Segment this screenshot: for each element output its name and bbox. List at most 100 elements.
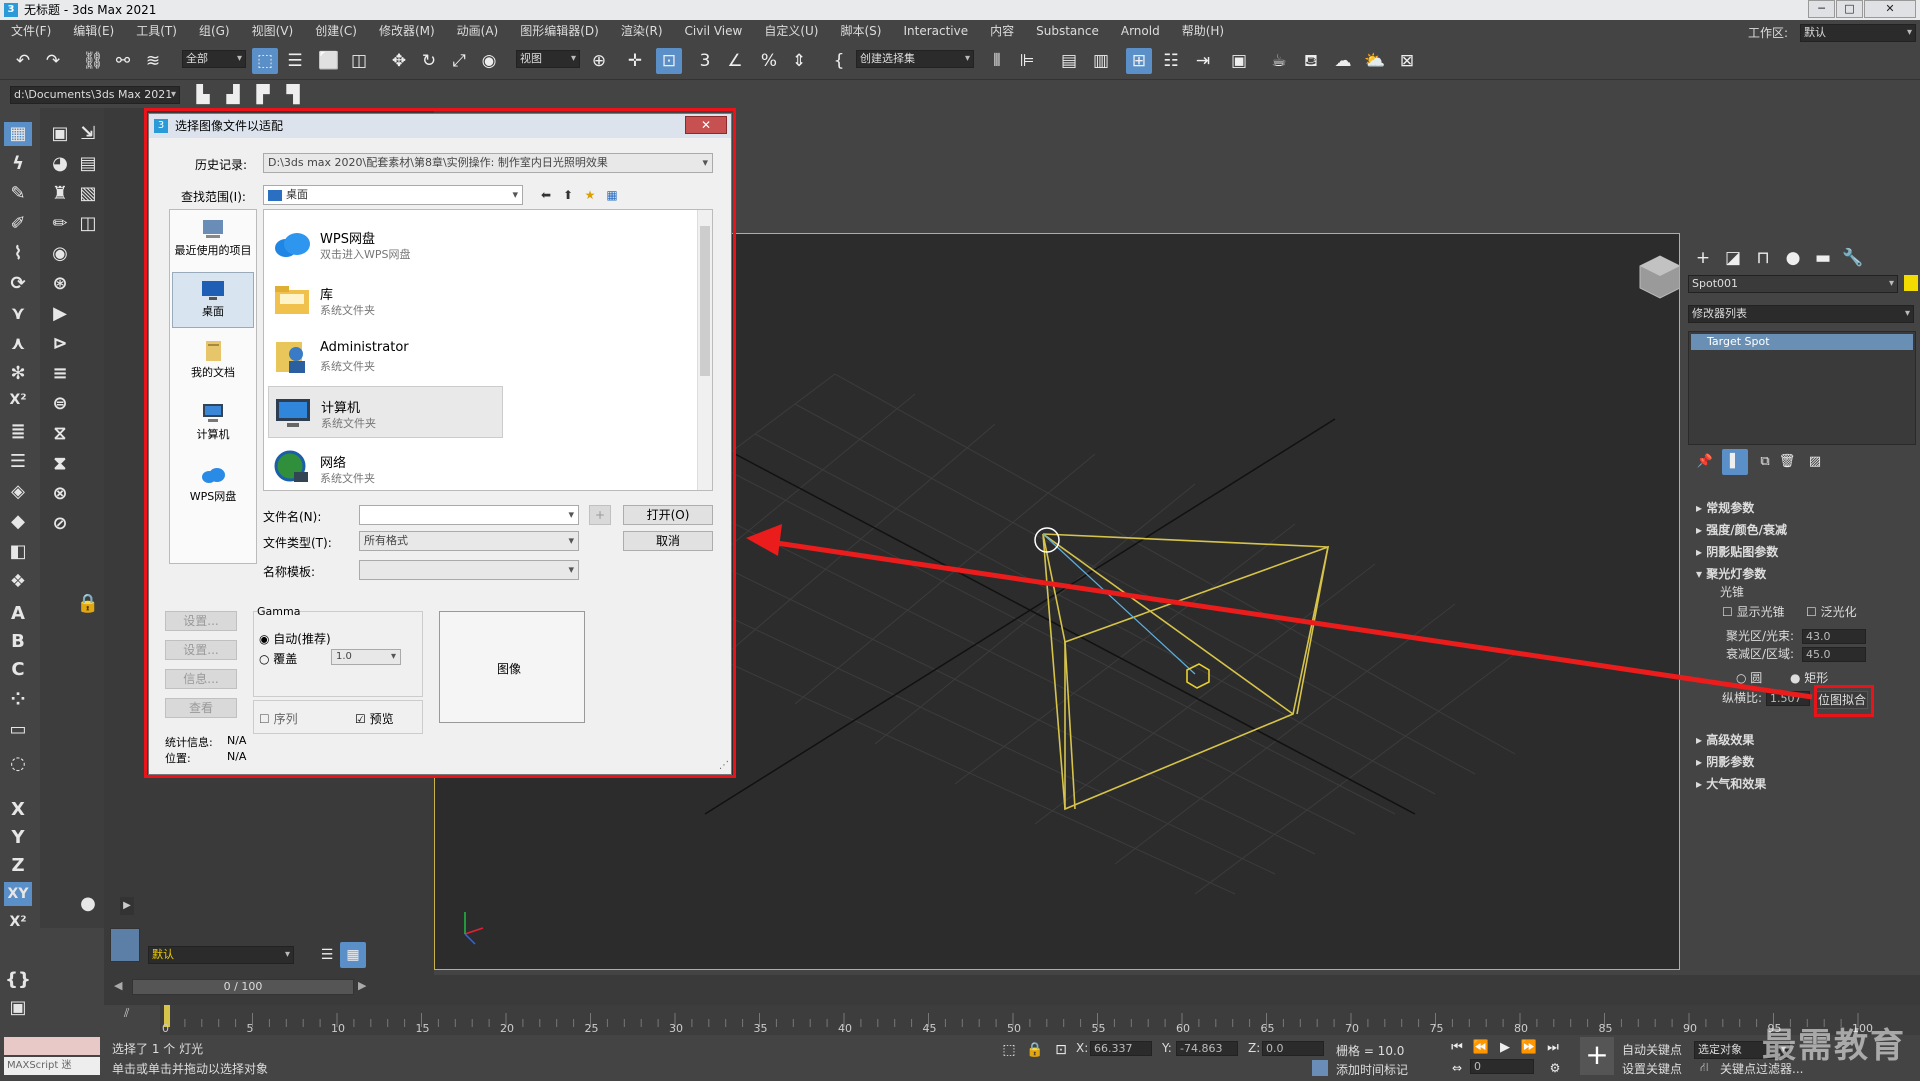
tick-label: 75 bbox=[1429, 1022, 1444, 1035]
tick-label: 50 bbox=[1007, 1022, 1021, 1035]
desktop-icon bbox=[202, 281, 224, 300]
layer-stack-toggle-icon[interactable]: ☰ bbox=[314, 942, 340, 968]
dialog-titlebar: 选择图像文件以适配 bbox=[149, 114, 731, 138]
filetype-dropdown[interactable]: 所有格式 bbox=[359, 531, 579, 551]
gamma-auto-radio[interactable]: ◉ 自动(推荐) bbox=[259, 630, 331, 647]
set-key-big-icon[interactable]: + bbox=[1580, 1037, 1614, 1075]
tick-label: 20 bbox=[500, 1022, 514, 1035]
prev-key-icon[interactable]: ⏪ bbox=[1468, 1035, 1494, 1061]
layer-dropdown[interactable]: 默认 bbox=[148, 946, 294, 964]
gamma-override-label: 覆盖 bbox=[273, 652, 298, 666]
file-item-libraries[interactable]: 库 系统文件夹 bbox=[268, 274, 503, 326]
tick-label: 5 bbox=[246, 1022, 254, 1035]
computer-large-icon bbox=[276, 399, 310, 427]
dialog-title: 选择图像文件以适配 bbox=[175, 119, 284, 133]
file-name: 网络 bbox=[320, 456, 347, 471]
isolate-selection-icon[interactable]: ⬚ bbox=[996, 1037, 1022, 1063]
next-key-icon[interactable]: ⏩ bbox=[1516, 1035, 1542, 1061]
key-filters-icon[interactable]: ⛙ bbox=[1700, 1060, 1716, 1074]
tick-label: 85 bbox=[1598, 1022, 1613, 1035]
history-dropdown[interactable]: D:\3ds max 2020\配套素材\第8章\实例操作: 制作室内日光照明效… bbox=[263, 153, 713, 173]
prev-frame-arrow-icon[interactable]: ◀ bbox=[114, 979, 128, 995]
selection-lock-icon[interactable]: 🔒 bbox=[1022, 1037, 1048, 1063]
set-key-button[interactable]: 设置关键点 bbox=[1622, 1060, 1682, 1077]
file-name: 库 bbox=[320, 288, 334, 303]
gamma-override-radio[interactable]: ○ 覆盖 bbox=[259, 650, 297, 667]
selection-status: 选择了 1 个 灯光 bbox=[112, 1042, 204, 1056]
name-template-dropdown[interactable] bbox=[359, 560, 579, 580]
track-view-icon[interactable]: ⫽ bbox=[124, 1006, 129, 1021]
file-desc: 系统文件夹 bbox=[320, 360, 375, 373]
key-mode-icon[interactable]: ⇔ bbox=[1444, 1055, 1470, 1081]
dialog-close-button[interactable]: ✕ bbox=[685, 116, 727, 134]
setup-button[interactable]: 设置... bbox=[165, 611, 237, 631]
user-folder-icon bbox=[276, 342, 305, 373]
gamma-value-spinner[interactable]: 1.0 bbox=[331, 649, 401, 665]
increment-filename-button[interactable]: + bbox=[589, 505, 611, 525]
tick-label: 35 bbox=[753, 1022, 768, 1035]
tick-label: 90 bbox=[1683, 1022, 1697, 1035]
place-desktop[interactable]: 桌面 bbox=[172, 272, 254, 328]
view-menu-icon[interactable]: ▦ bbox=[599, 182, 625, 208]
time-slider[interactable]: 0 / 100 bbox=[132, 979, 354, 995]
time-config-icon[interactable]: ⚙ bbox=[1542, 1055, 1568, 1081]
tick-label: 65 bbox=[1260, 1022, 1275, 1035]
time-tag-icon[interactable] bbox=[1312, 1060, 1328, 1076]
libraries-folder-icon bbox=[275, 286, 309, 314]
auto-key-button[interactable]: 自动关键点 bbox=[1622, 1041, 1682, 1058]
sequence-checkbox[interactable]: ☐ 序列 bbox=[259, 710, 298, 727]
play-icon[interactable]: ▶ bbox=[1492, 1035, 1518, 1061]
place-recent-label: 最近使用的项目 bbox=[174, 244, 252, 257]
tick-label: 15 bbox=[415, 1022, 430, 1035]
watermark: 最需教育 bbox=[1762, 1026, 1906, 1066]
view-button[interactable]: 查看 bbox=[165, 698, 237, 718]
setup2-button[interactable]: 设置... bbox=[165, 640, 237, 660]
file-item-computer[interactable]: 计算机 系统文件夹 bbox=[268, 386, 503, 438]
expand-arrow-icon[interactable]: ▶ bbox=[120, 897, 134, 915]
file-list-scrollbar[interactable] bbox=[697, 210, 712, 490]
tick-label: 55 bbox=[1091, 1022, 1106, 1035]
tick-label: 40 bbox=[838, 1022, 852, 1035]
tick-label: 80 bbox=[1514, 1022, 1528, 1035]
wps-cloud-icon bbox=[202, 468, 225, 483]
prompt-hint: 单击或单击并拖动以选择对象 bbox=[112, 1062, 269, 1076]
tick-label: 45 bbox=[922, 1022, 937, 1035]
lookin-dropdown[interactable]: 桌面 bbox=[263, 185, 523, 205]
preview-checkbox[interactable]: ☑ 预览 bbox=[355, 710, 394, 727]
current-frame-field[interactable]: 0 bbox=[1470, 1059, 1534, 1074]
file-desc: 系统文件夹 bbox=[320, 472, 375, 485]
z-coord-label: Z: bbox=[1248, 1041, 1261, 1055]
place-recent[interactable]: 最近使用的项目 bbox=[172, 212, 254, 268]
file-item-wps-cloud[interactable]: WPS网盘 双击进入WPS网盘 bbox=[268, 218, 503, 270]
place-computer[interactable]: 计算机 bbox=[172, 396, 254, 452]
absolute-mode-icon[interactable]: ⊡ bbox=[1048, 1037, 1074, 1063]
maxscript-listener[interactable] bbox=[4, 1037, 100, 1055]
cancel-button[interactable]: 取消 bbox=[623, 531, 713, 551]
place-wps-cloud-label: WPS网盘 bbox=[189, 490, 237, 503]
x-coord-field[interactable]: 66.337 bbox=[1090, 1041, 1152, 1056]
tick-label: 70 bbox=[1345, 1022, 1359, 1035]
tick-label: 0 bbox=[162, 1022, 169, 1035]
tick-label: 10 bbox=[331, 1022, 345, 1035]
filename-input[interactable] bbox=[359, 505, 579, 525]
y-coord-field[interactable]: -74.863 bbox=[1176, 1041, 1238, 1056]
resize-grip-icon[interactable]: ⋰ bbox=[719, 760, 729, 771]
add-time-tag[interactable]: 添加时间标记 bbox=[1336, 1061, 1408, 1078]
scrollbar-thumb[interactable] bbox=[700, 226, 710, 376]
place-documents[interactable]: 我的文档 bbox=[172, 334, 254, 390]
layer-manager-icon[interactable]: ▦ bbox=[340, 942, 366, 968]
place-wps-cloud[interactable]: WPS网盘 bbox=[172, 458, 254, 514]
gamma-auto-label: 自动(推荐) bbox=[273, 632, 331, 646]
next-frame-arrow-icon[interactable]: ▶ bbox=[358, 979, 372, 995]
file-desc: 系统文件夹 bbox=[321, 417, 376, 430]
wps-cloud-large-icon bbox=[275, 233, 310, 257]
place-desktop-label: 桌面 bbox=[202, 305, 224, 318]
z-coord-field[interactable]: 0.0 bbox=[1262, 1041, 1324, 1056]
info-button[interactable]: 信息... bbox=[165, 669, 237, 689]
file-item-network[interactable]: 网络 系统文件夹 bbox=[268, 442, 503, 490]
location-label: 位置: bbox=[165, 752, 191, 765]
open-button[interactable]: 打开(O) bbox=[623, 505, 713, 525]
scene-explorer-icon[interactable] bbox=[110, 928, 140, 962]
file-item-administrator[interactable]: Administrator 系统文件夹 bbox=[268, 330, 503, 382]
maxscript-mini[interactable]: MAXScript 迷 bbox=[4, 1057, 100, 1075]
